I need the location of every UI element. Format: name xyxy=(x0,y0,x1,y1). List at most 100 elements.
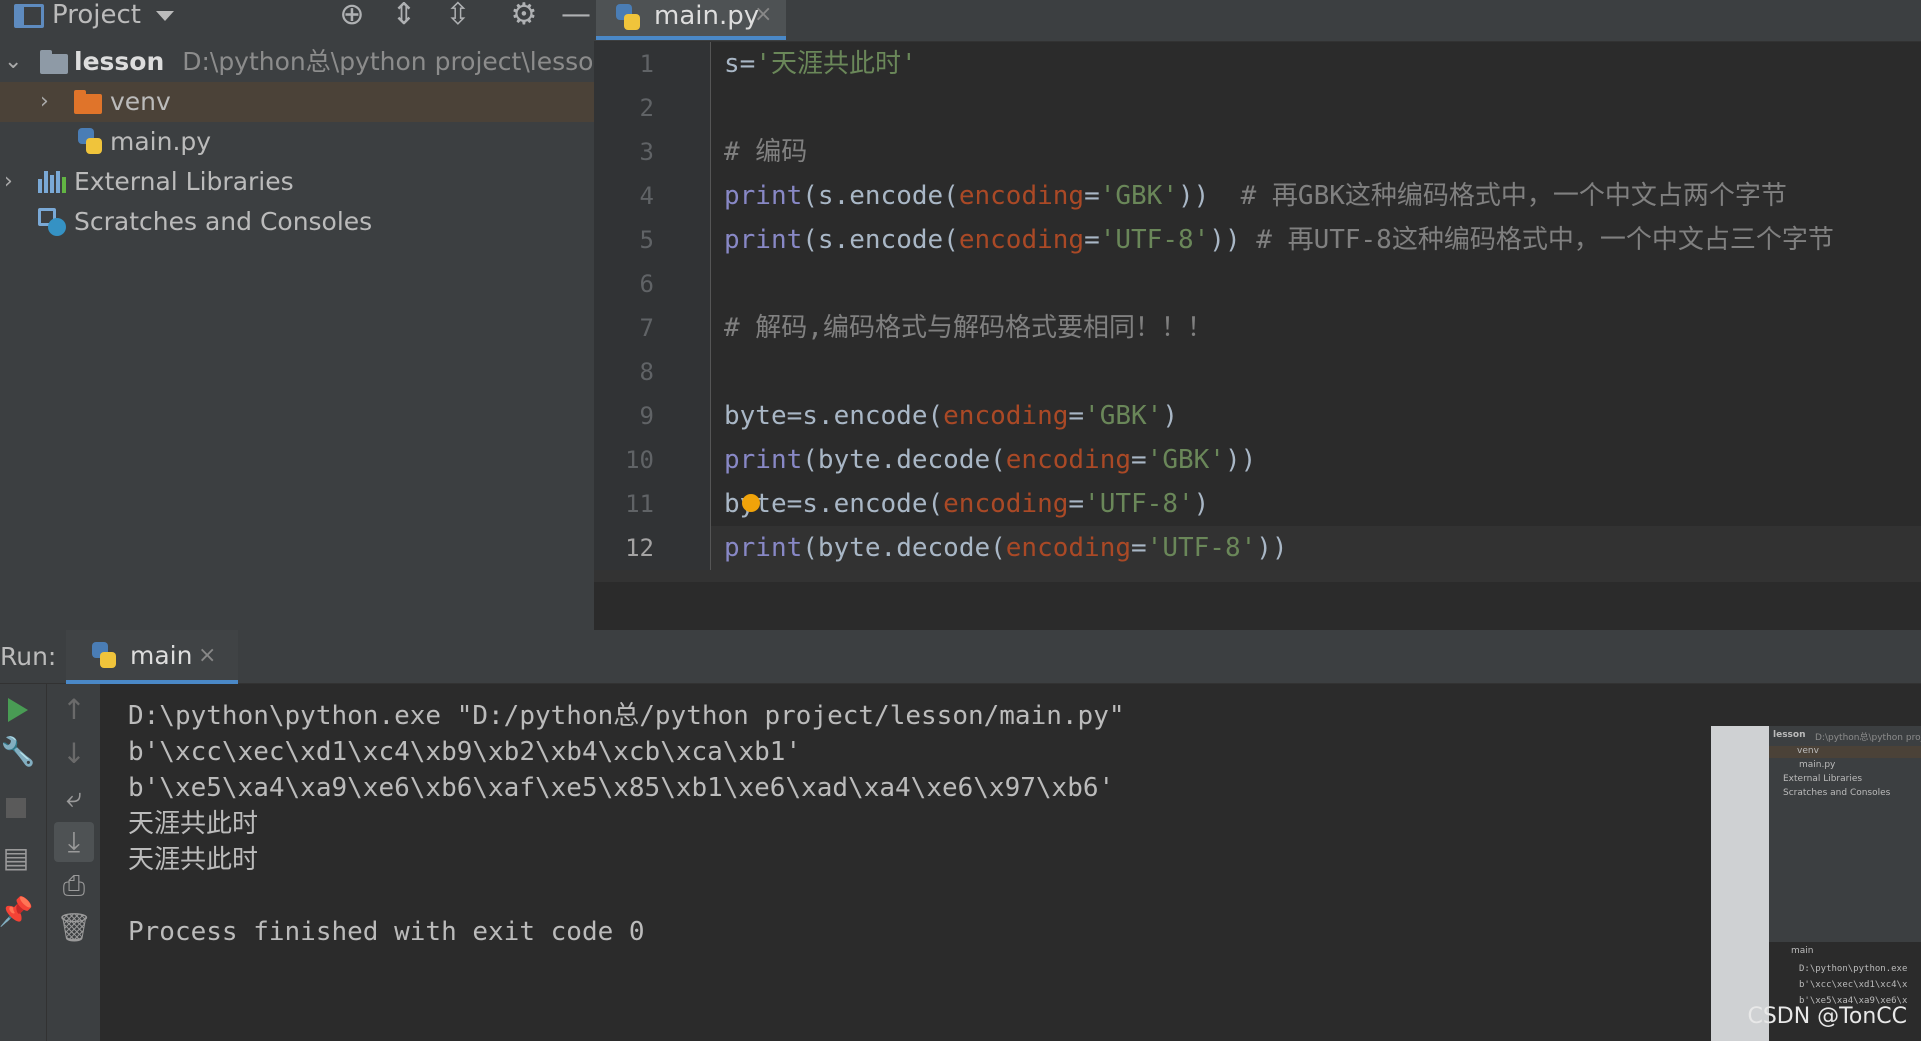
code-line[interactable]: byte=s.encode(encoding='UTF-8') xyxy=(724,482,1209,526)
code-token: = xyxy=(1068,489,1085,519)
lightbulb-icon[interactable] xyxy=(742,494,760,512)
line-number[interactable]: 1 xyxy=(594,42,654,86)
thumbnail-run-tab: main xyxy=(1791,946,1814,956)
editor-bottom-area xyxy=(594,582,1921,630)
tree-item-venv[interactable]: › venv xyxy=(0,82,594,122)
thumbnail-tree-item: venv xyxy=(1797,746,1819,756)
chevron-right-icon[interactable]: › xyxy=(4,162,13,202)
project-title[interactable]: Project xyxy=(52,0,141,32)
line-number[interactable]: 4 xyxy=(594,174,654,218)
wrench-icon[interactable]: 🔧 xyxy=(0,732,38,772)
code-token: 'UTF-8' xyxy=(1099,225,1210,255)
tree-item-lesson[interactable]: ⌄ lesson D:\python总\python project\lesso… xyxy=(0,42,609,82)
print-icon[interactable]: ⎙ xyxy=(54,866,94,906)
watermark: CSDN @TonCC xyxy=(1747,1004,1907,1029)
code-token: )) xyxy=(1224,445,1257,475)
scroll-to-end-icon[interactable]: ⤓ xyxy=(54,822,94,862)
python-icon xyxy=(92,642,116,670)
tab-main-py[interactable]: main.py × xyxy=(596,0,786,40)
line-number[interactable]: 2 xyxy=(594,86,654,130)
thumbnail-tree-item: External Libraries xyxy=(1783,774,1863,784)
tree-item-label: lesson xyxy=(74,47,165,76)
tree-item-label: venv xyxy=(110,87,171,116)
pin-icon[interactable]: 📌 xyxy=(0,892,36,932)
code-token: encoding xyxy=(943,489,1069,519)
line-number[interactable]: 5 xyxy=(594,218,654,262)
stop-icon[interactable] xyxy=(6,798,26,818)
thumbnail-tree-item: Scratches and Consoles xyxy=(1783,788,1891,798)
code-token: (byte.decode( xyxy=(802,533,1006,563)
code-token: )) xyxy=(1256,533,1288,563)
close-icon[interactable]: × xyxy=(754,0,772,30)
run-tab-label: main xyxy=(130,641,193,670)
layout-icon[interactable]: ▤ xyxy=(0,838,36,878)
tree-item-path: D:\python总\python project\lesson xyxy=(182,47,610,76)
tree-item-scratches[interactable]: Scratches and Consoles xyxy=(0,202,594,242)
thumbnail-content: lesson D:\python总\python proj venv main.… xyxy=(1769,726,1921,1041)
trash-icon[interactable]: 🗑 xyxy=(54,908,94,948)
code-token: # 解码,编码格式与解码格式要相同！！！ xyxy=(724,313,1213,343)
tree-item-external-libraries[interactable]: › External Libraries xyxy=(0,162,594,202)
code-token: byte=s.encode( xyxy=(724,401,944,431)
tree-item-label: Scratches and Consoles xyxy=(74,207,373,236)
code-line[interactable]: print(byte.decode(encoding='UTF-8')) xyxy=(724,526,1288,570)
editor-tab-bar: main.py × xyxy=(594,0,1921,42)
up-arrow-icon[interactable]: ↑ xyxy=(54,690,94,730)
locate-icon[interactable]: ⊕ xyxy=(336,0,368,32)
line-number[interactable]: 10 xyxy=(594,438,654,482)
chevron-down-icon[interactable]: ⌄ xyxy=(4,42,22,82)
gear-icon[interactable]: ⚙ xyxy=(508,0,540,32)
thumbnail-selected-row xyxy=(1769,746,1921,758)
run-icon[interactable] xyxy=(8,698,28,722)
code-line[interactable]: s='天涯共此时' xyxy=(724,42,917,86)
horizontal-scrollbar[interactable] xyxy=(594,570,1921,582)
code-line[interactable]: byte=s.encode(encoding='GBK') xyxy=(724,394,1178,438)
code-token: # 编码 xyxy=(724,137,808,167)
code-line[interactable]: print(s.encode(encoding='UTF-8')) # 再UTF… xyxy=(724,218,1834,262)
code-line[interactable]: print(s.encode(encoding='GBK')) # 再GBK这种… xyxy=(724,174,1787,218)
soft-wrap-icon[interactable]: ⤶ xyxy=(54,778,94,818)
close-icon[interactable]: × xyxy=(198,630,216,682)
line-number[interactable]: 6 xyxy=(594,262,654,306)
line-number[interactable]: 7 xyxy=(594,306,654,350)
code-token: ) xyxy=(1162,401,1178,431)
code-token: print xyxy=(724,225,803,255)
code-line[interactable]: print(byte.decode(encoding='GBK')) xyxy=(724,438,1256,482)
scratches-icon xyxy=(38,208,66,236)
code-line[interactable]: # 编码 xyxy=(724,130,807,174)
console-line: b'\xe5\xa4\xa9\xe6\xb6\xaf\xe5\x85\xb1\x… xyxy=(128,773,1115,803)
code-token: 'GBK' xyxy=(1146,445,1225,475)
code-token: print xyxy=(724,445,803,475)
code-token: # 再GBK这种编码格式中，一个中文占两个字节 xyxy=(1240,181,1787,211)
code-token: encoding xyxy=(1005,445,1132,475)
minimize-icon[interactable]: — xyxy=(560,0,592,32)
code-token: s= xyxy=(724,49,756,79)
code-token: ) xyxy=(1193,489,1210,519)
line-number[interactable]: 3 xyxy=(594,130,654,174)
line-number[interactable]: 11 xyxy=(594,482,654,526)
code-token: (s.encode( xyxy=(802,181,959,211)
chevron-right-icon[interactable]: › xyxy=(40,82,49,122)
thumbnail-preview: lesson D:\python总\python proj venv main.… xyxy=(1711,726,1921,1041)
run-panel: Run: main × ↑ 🔧 ↓ ⤶ ▤ ⤓ ⎙ 📌 🗑 D:\python\… xyxy=(0,630,1921,1041)
down-arrow-icon[interactable]: ↓ xyxy=(54,734,94,774)
console-line: 天涯共此时 xyxy=(128,845,259,875)
code-token: '天涯共此时' xyxy=(755,49,917,79)
code-token: # 再UTF-8这种编码格式中，一个中文占三个字节 xyxy=(1256,225,1834,255)
code-token: 'UTF-8' xyxy=(1084,489,1194,519)
code-token: (s.encode( xyxy=(802,225,959,255)
code-token: encoding xyxy=(943,401,1069,431)
line-number[interactable]: 12 xyxy=(594,526,654,570)
run-tab-main[interactable]: main × xyxy=(66,630,238,684)
run-toolbar: ↑ 🔧 ↓ ⤶ ▤ ⤓ ⎙ 📌 🗑 xyxy=(0,684,100,1041)
project-panel: Project ⊕ ⇕ ⇳ ⚙ — ⌄ lesson D:\python总\py… xyxy=(0,0,609,630)
line-number[interactable]: 8 xyxy=(594,350,654,394)
expand-all-icon[interactable]: ⇕ xyxy=(388,0,420,32)
tree-item-label: main.py xyxy=(110,127,212,156)
collapse-all-icon[interactable]: ⇳ xyxy=(442,0,474,32)
line-number[interactable]: 9 xyxy=(594,394,654,438)
code-token: 'UTF-8' xyxy=(1146,533,1257,563)
tree-item-main-py[interactable]: main.py xyxy=(0,122,594,162)
code-line[interactable]: # 解码,编码格式与解码格式要相同！！！ xyxy=(724,306,1213,350)
chevron-down-icon[interactable] xyxy=(156,11,174,21)
